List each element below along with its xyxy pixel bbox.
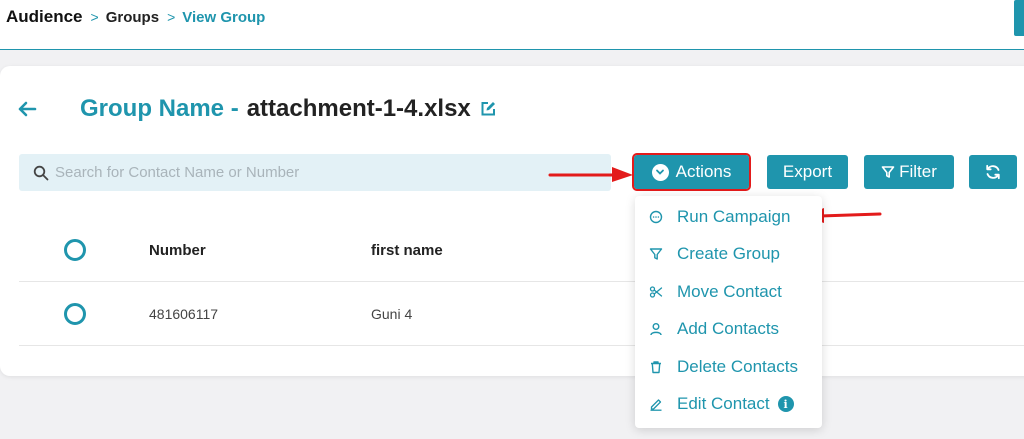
top-bar: Audience > Groups > View Group bbox=[0, 0, 1024, 50]
cell-number: 481606117 bbox=[149, 306, 219, 322]
back-arrow-icon[interactable] bbox=[16, 98, 38, 120]
filter-label: Filter bbox=[899, 162, 937, 181]
breadcrumb-separator: > bbox=[167, 9, 176, 25]
cell-first-name: Guni 4 bbox=[371, 306, 413, 322]
filter-button[interactable]: Filter bbox=[864, 155, 954, 189]
menu-item-delete-contacts[interactable]: Delete Contacts bbox=[635, 350, 822, 384]
column-header-first-name[interactable]: first name bbox=[371, 242, 443, 259]
filter-icon bbox=[881, 166, 895, 178]
chevron-down-icon bbox=[651, 163, 669, 181]
breadcrumb-separator: > bbox=[90, 9, 99, 25]
search-input[interactable] bbox=[55, 164, 595, 181]
breadcrumb-audience[interactable]: Audience bbox=[6, 7, 83, 27]
menu-item-label: Run Campaign bbox=[677, 207, 791, 226]
table-header: Number first name bbox=[19, 224, 1024, 282]
refresh-button[interactable] bbox=[969, 155, 1017, 189]
actions-button[interactable]: Actions bbox=[632, 153, 751, 191]
breadcrumb-view-group: View Group bbox=[182, 8, 266, 26]
row-select-radio[interactable] bbox=[64, 303, 86, 325]
breadcrumb-groups[interactable]: Groups bbox=[106, 9, 159, 26]
trash-icon bbox=[651, 361, 661, 374]
info-icon[interactable]: i bbox=[777, 396, 794, 412]
pencil-icon bbox=[650, 399, 662, 411]
breadcrumb: Audience > Groups > View Group bbox=[6, 7, 265, 27]
annotation-arrow-icon bbox=[548, 167, 633, 182]
user-icon bbox=[650, 323, 662, 336]
menu-item-create-group[interactable]: Create Group bbox=[635, 237, 822, 271]
scissors-icon bbox=[649, 286, 663, 298]
page-title: Group Name - attachment-1-4.xlsx bbox=[80, 94, 497, 124]
table-row[interactable]: 481606117 Guni 4 bbox=[19, 282, 1024, 346]
menu-item-label: Delete Contacts bbox=[677, 357, 798, 376]
menu-item-label: Edit Contact bbox=[677, 394, 770, 413]
title-prefix: Group Name - bbox=[80, 95, 239, 122]
actions-dropdown-menu: Run Campaign Create Group Move Contact A… bbox=[635, 196, 822, 428]
menu-item-edit-contact[interactable]: Edit Contact i bbox=[635, 387, 822, 421]
export-button[interactable]: Export bbox=[767, 155, 848, 189]
topbar-accent-button[interactable] bbox=[1014, 0, 1024, 36]
menu-item-label: Move Contact bbox=[677, 282, 782, 301]
menu-item-move-contact[interactable]: Move Contact bbox=[635, 275, 822, 309]
funnel-icon bbox=[649, 248, 663, 260]
menu-item-label: Create Group bbox=[677, 244, 780, 263]
menu-item-run-campaign[interactable]: Run Campaign bbox=[635, 200, 822, 234]
search-bar bbox=[19, 154, 611, 191]
search-icon bbox=[33, 165, 49, 180]
export-label: Export bbox=[782, 162, 833, 181]
actions-label: Actions bbox=[675, 162, 732, 181]
chat-bubble-icon bbox=[649, 210, 663, 224]
group-name: attachment-1-4.xlsx bbox=[246, 95, 471, 122]
column-header-number[interactable]: Number bbox=[149, 242, 206, 259]
edit-icon[interactable] bbox=[479, 100, 497, 118]
refresh-icon bbox=[986, 164, 1000, 180]
menu-item-add-contacts[interactable]: Add Contacts bbox=[635, 312, 822, 346]
menu-item-label: Add Contacts bbox=[677, 319, 780, 338]
select-all-radio[interactable] bbox=[64, 239, 86, 261]
